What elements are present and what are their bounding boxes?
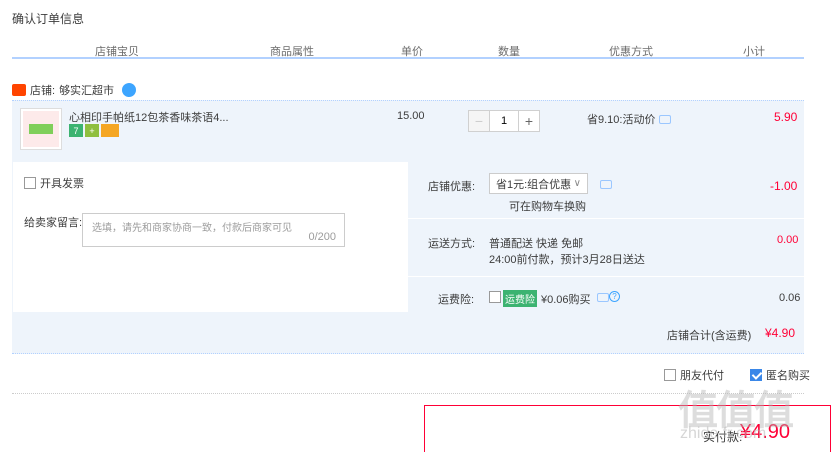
quantity-decrease-button[interactable]: − [468, 110, 490, 132]
chevron-down-icon: ∨ [573, 178, 581, 189]
insurance-chat-icon[interactable] [597, 293, 609, 302]
message-placeholder: 选填，请先和商家协商一致，付款后商家可见 [92, 223, 292, 234]
shipping-method: 普通配送 快递 免邮 [489, 238, 584, 250]
insurance-value: 0.06 [779, 292, 801, 304]
shop-icon [12, 84, 26, 96]
fees-divider [408, 218, 804, 219]
shop-discount-value: -1.00 [770, 179, 798, 193]
seven-day-return-icon[interactable]: 7 [69, 124, 83, 137]
shipping-fee-value: 0.00 [777, 234, 799, 246]
quantity-stepper: − + [468, 110, 540, 132]
shop-total-label: 店铺合计(含运费) [667, 330, 752, 342]
shop-total-value: ¥4.90 [765, 326, 796, 340]
message-textarea[interactable]: 选填，请先和商家协商一致，付款后商家可见 0/200 [82, 213, 345, 247]
item-service-badges: 7 + [69, 124, 119, 137]
shop-label: 店铺: [30, 85, 56, 97]
item-discount-text: 省9.10:活动价 [587, 114, 656, 126]
item-name-link[interactable]: 心相印手帕纸12包茶香味茶语4... [69, 109, 229, 125]
friend-pay-checkbox[interactable] [664, 369, 676, 381]
shipping-label: 运送方式: [428, 238, 476, 250]
shop-discount-select[interactable]: 省1元:组合优惠 ∨ [489, 173, 588, 194]
message-label: 给卖家留言: [24, 217, 83, 229]
item-thumbnail[interactable] [20, 108, 62, 150]
message-char-count: 0/200 [308, 231, 336, 243]
product-image [23, 111, 59, 147]
invoice-checkbox[interactable] [24, 177, 36, 189]
credit-card-icon[interactable] [101, 124, 119, 137]
discount-info-icon[interactable] [659, 114, 672, 124]
insurance-label: 运费险: [438, 294, 475, 306]
item-discount: 省9.10:活动价 [587, 111, 672, 127]
quantity-input[interactable] [490, 110, 518, 132]
guarantee-icon[interactable]: + [85, 124, 99, 137]
wangwang-chat-icon[interactable] [122, 83, 137, 97]
shop-row: 店铺: 够实汇超市 [12, 82, 137, 98]
site-watermark-url: zhide.fr.com [680, 425, 767, 442]
fees-divider [408, 276, 804, 277]
help-icon[interactable]: ? [609, 291, 620, 302]
insurance-tag: 运费险 [503, 290, 537, 307]
item-unit-price: 15.00 [397, 110, 425, 122]
shop-discount-note: 可在购物车换购 [509, 201, 586, 213]
shop-discount-label: 店铺优惠: [428, 181, 476, 193]
header-divider [12, 57, 804, 59]
invoice-option[interactable]: 开具发票 [24, 175, 84, 191]
shipping-eta: 24:00前付款，预计3月28日送达 [489, 254, 645, 266]
insurance-checkbox[interactable] [489, 291, 501, 303]
quantity-increase-button[interactable]: + [518, 110, 540, 132]
shop-discount-selected: 省1元:组合优惠 [496, 178, 572, 191]
shop-name-link[interactable]: 够实汇超市 [59, 82, 114, 98]
invoice-label: 开具发票 [40, 178, 84, 190]
item-subtotal: 5.90 [774, 110, 798, 124]
insurance-price: ¥0.06购买 [541, 294, 591, 306]
shop-discount-info-icon[interactable] [600, 180, 612, 189]
page-title: 确认订单信息 [12, 12, 85, 26]
